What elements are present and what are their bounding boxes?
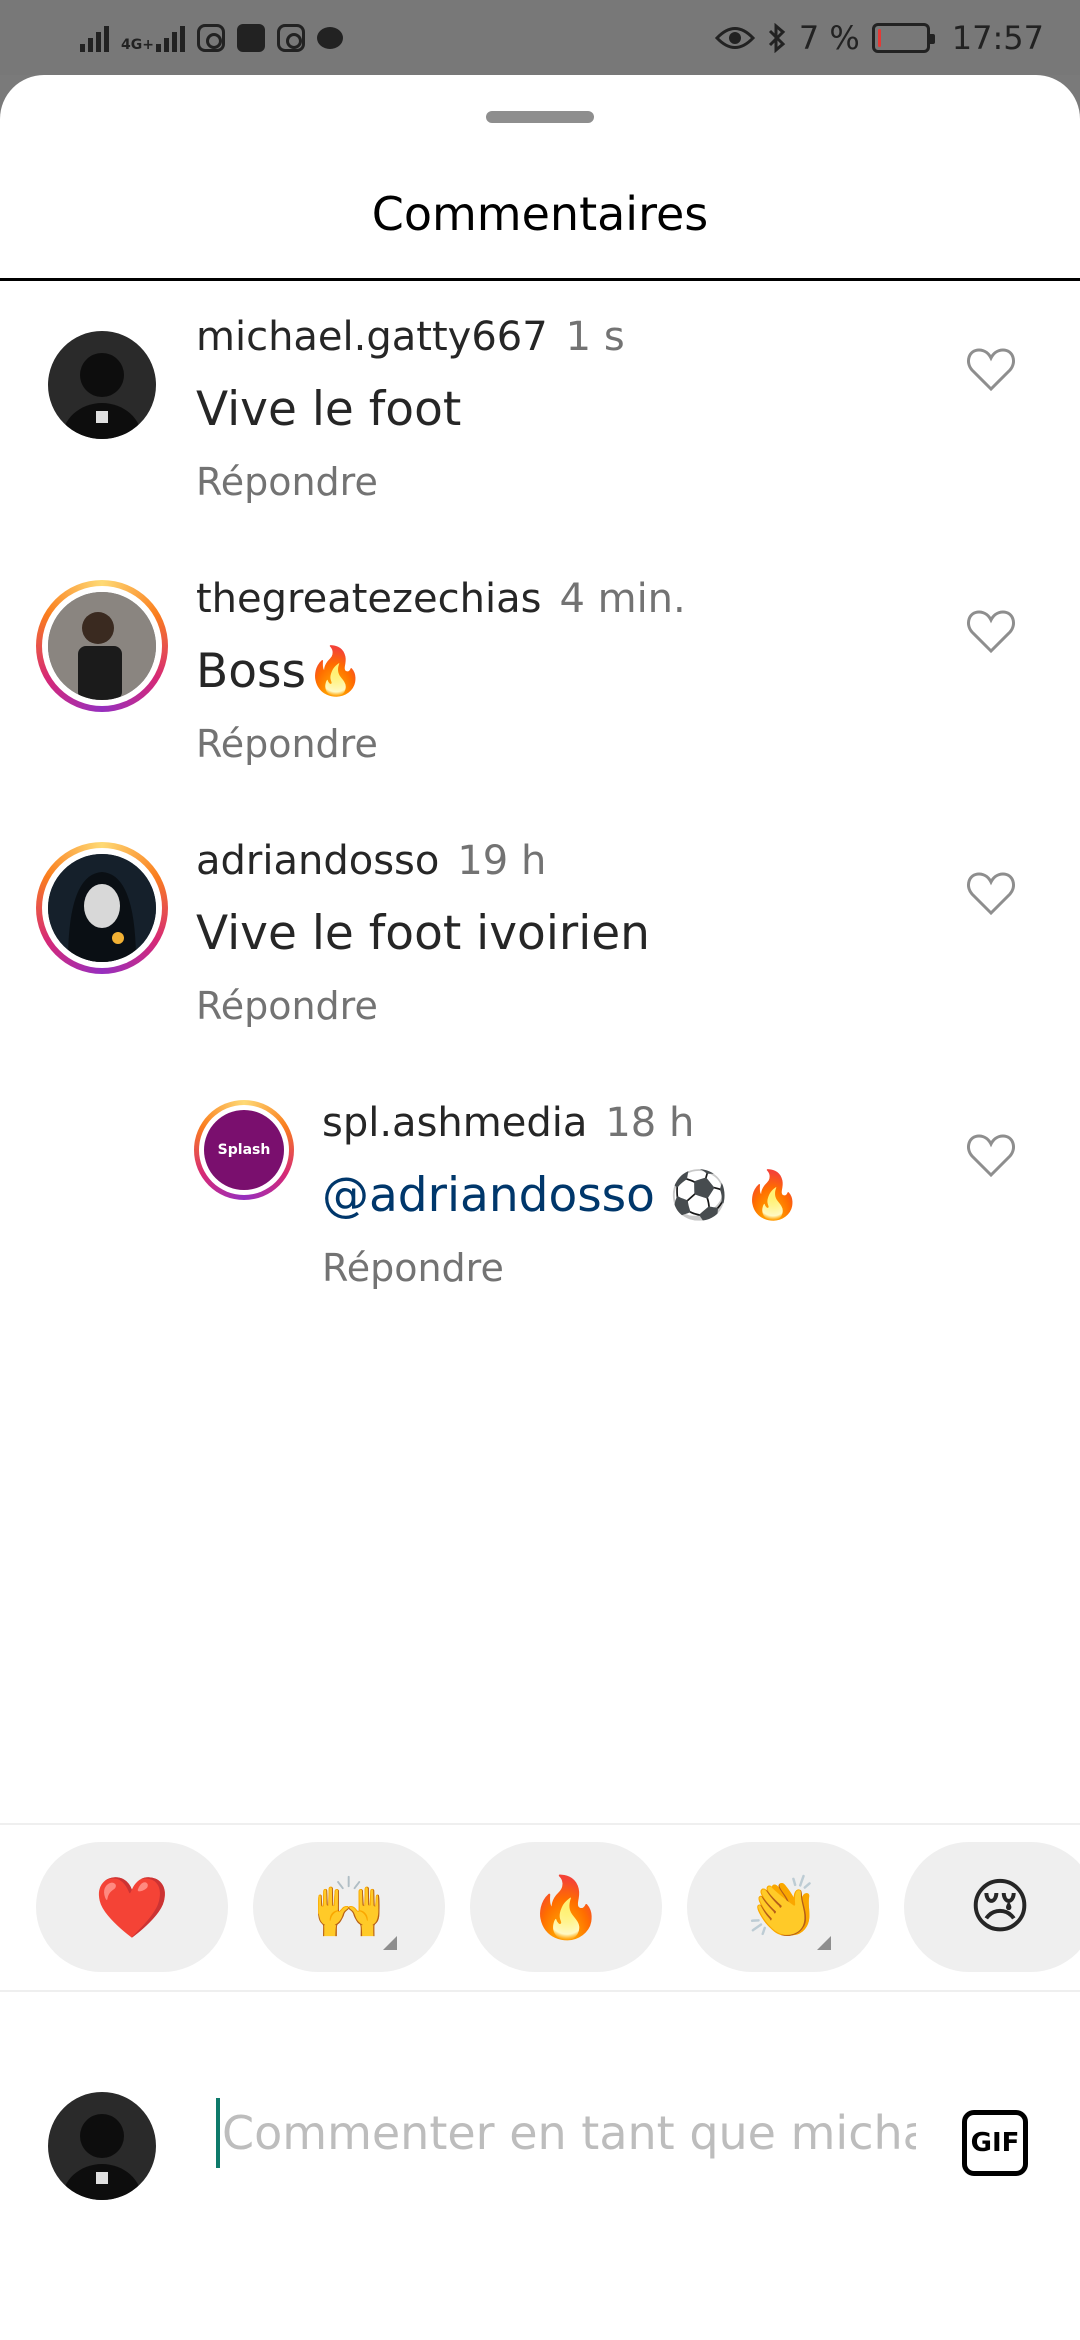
comment-reply-item: Splash spl.ashmedia 18 h @adriandosso ⚽ 🔥… — [0, 1086, 1080, 1326]
instagram-notification-icon-2 — [276, 23, 305, 52]
comment-meta: adriandosso 19 h — [196, 838, 546, 884]
title-divider — [0, 278, 1080, 281]
status-bar-left: 4G+ — [80, 23, 343, 52]
comment-time: 4 min. — [559, 576, 686, 622]
crying-face-emoji-icon: 😢 — [968, 1872, 1032, 1942]
reaction-heart[interactable]: ❤️ — [36, 1842, 228, 1972]
avatar — [48, 592, 156, 700]
avatar: Splash — [204, 1110, 284, 1190]
clock: 17:57 — [951, 18, 1044, 57]
comment-meta: thegreatezechias 4 min. — [196, 576, 686, 622]
hooded-mask-icon — [48, 854, 156, 962]
comment-item: thegreatezechias 4 min. Boss🔥 Répondre — [0, 562, 1080, 802]
comment-text: Boss🔥 — [196, 644, 365, 699]
person-photo-icon — [48, 592, 156, 700]
message-notification-icon — [316, 26, 343, 49]
comment-text: @adriandosso ⚽ 🔥 — [322, 1168, 802, 1223]
comment-username[interactable]: adriandosso — [196, 838, 439, 884]
huawei-app-notification-icon — [236, 23, 265, 52]
clapping-hands-emoji-icon: 👏 — [745, 1872, 821, 1943]
signal-icon — [80, 24, 109, 52]
status-bar-right: 7 % 17:57 — [714, 18, 1044, 57]
sheet-drag-handle[interactable] — [486, 111, 594, 123]
like-heart-icon[interactable] — [966, 1132, 1016, 1178]
heart-emoji-icon: ❤️ — [94, 1872, 170, 1943]
comment-username[interactable]: spl.ashmedia — [322, 1100, 587, 1146]
reply-button[interactable]: Répondre — [196, 722, 378, 766]
like-heart-icon[interactable] — [966, 608, 1016, 654]
composer-divider — [0, 1990, 1080, 1992]
skin-tone-variant-indicator — [817, 1936, 831, 1950]
like-heart-icon[interactable] — [966, 870, 1016, 916]
reaction-bar-divider — [0, 1823, 1080, 1825]
battery-icon — [871, 22, 935, 53]
person-silhouette-icon — [62, 353, 142, 439]
comment-time: 1 s — [565, 314, 625, 360]
reaction-clapping-hands[interactable]: 👏 — [687, 1842, 879, 1972]
person-silhouette-icon — [62, 2114, 142, 2200]
skin-tone-variant-indicator — [383, 1936, 397, 1950]
comment-text: Vive le foot ivoirien — [196, 906, 650, 961]
reply-button[interactable]: Répondre — [196, 460, 378, 504]
reaction-fire[interactable]: 🔥 — [470, 1842, 662, 1972]
comment-item: adriandosso 19 h Vive le foot ivoirien Ré… — [0, 824, 1080, 1064]
like-heart-icon[interactable] — [966, 346, 1016, 392]
quick-reactions-bar: ❤️ 🙌 🔥 👏 😢 — [36, 1842, 1080, 1972]
raising-hands-emoji-icon: 🙌 — [311, 1872, 387, 1943]
comment-username[interactable]: michael.gatty667 — [196, 314, 548, 360]
bluetooth-icon — [768, 22, 786, 53]
comment-meta: michael.gatty667 1 s — [196, 314, 625, 360]
current-user-avatar — [48, 2092, 156, 2200]
reply-button[interactable]: Répondre — [322, 1246, 504, 1290]
avatar[interactable] — [48, 331, 156, 439]
sheet-title: Commentaires — [371, 187, 709, 241]
comment-time: 18 h — [605, 1100, 695, 1146]
instagram-notification-icon — [196, 23, 225, 52]
comment-text: Vive le foot — [196, 382, 462, 437]
mention-link[interactable]: @adriandosso — [322, 1168, 655, 1223]
avatar-logo-text: Splash — [217, 1142, 271, 1158]
signal-4g-icon: 4G+ — [121, 24, 185, 52]
battery-level — [877, 28, 881, 47]
reaction-crying-face[interactable]: 😢 — [904, 1842, 1080, 1972]
eye-comfort-icon — [714, 26, 755, 49]
network-type: 4G+ — [121, 36, 154, 53]
reply-button[interactable]: Répondre — [196, 984, 378, 1028]
comment-emoji-text: ⚽ 🔥 — [654, 1168, 802, 1223]
battery-percent: 7 % — [798, 18, 860, 57]
comment-meta: spl.ashmedia 18 h — [322, 1100, 694, 1146]
gif-button[interactable]: GIF — [962, 2110, 1028, 2176]
status-bar: 4G+ 7 % 17:57 — [0, 0, 1080, 75]
comment-username[interactable]: thegreatezechias — [196, 576, 541, 622]
comment-input[interactable] — [216, 2098, 916, 2168]
fire-emoji-icon: 🔥 — [528, 1872, 604, 1943]
comment-item: michael.gatty667 1 s Vive le foot Répondr… — [0, 300, 1080, 540]
avatar — [48, 854, 156, 962]
reaction-raising-hands[interactable]: 🙌 — [253, 1842, 445, 1972]
comment-time: 19 h — [457, 838, 547, 884]
